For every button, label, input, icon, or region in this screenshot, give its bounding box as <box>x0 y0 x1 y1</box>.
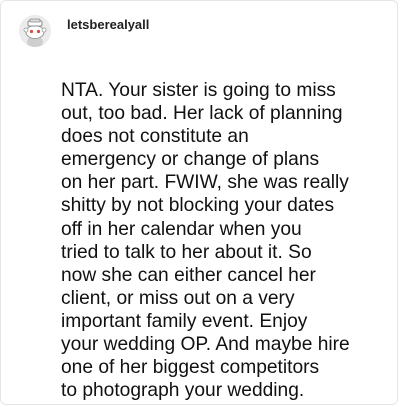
comment-body-line: one of her biggest competitors <box>61 357 320 379</box>
avatar[interactable] <box>19 15 51 47</box>
snoo-avatar-icon <box>19 15 51 47</box>
comment-body-line: NTA. Your sister is going to miss <box>61 80 336 101</box>
comment-body-line: shitty by not blocking your dates <box>61 195 335 217</box>
comment-body: NTA. Your sister is going to miss out, t… <box>61 79 377 402</box>
comment-header: letsberealyall <box>19 15 149 47</box>
comment-body-line: emergency or change of plans <box>61 149 320 171</box>
comment-body-line: does not constitute an <box>61 126 249 148</box>
username[interactable]: letsberealyall <box>67 17 149 32</box>
comment-body-line: out, too bad. Her lack of planning <box>61 103 343 125</box>
comment-body-line: tried to talk to her about it. So <box>61 241 312 263</box>
comment-body-line: important family event. Enjoy <box>61 310 308 332</box>
comment-body-line: off in her calendar when you <box>61 218 302 240</box>
comment-body-line: now she can either cancel her <box>61 264 316 286</box>
comment-card: letsberealyall NTA. Your sister is going… <box>0 0 398 405</box>
comment-body-line: client, or miss out on a very <box>61 287 295 309</box>
comment-body-line: on her part. FWIW, she was really <box>61 172 349 194</box>
comment-body-line: to photograph your wedding. <box>61 380 305 402</box>
comment-body-line: your wedding OP. And maybe hire <box>61 334 350 356</box>
